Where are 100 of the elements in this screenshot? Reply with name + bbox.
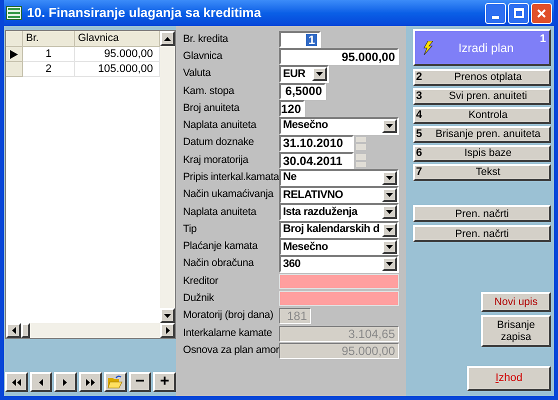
date-field[interactable]: 31.10.2010 — [279, 134, 354, 152]
dropdown-button[interactable] — [382, 240, 397, 254]
first-record-icon — [12, 378, 21, 386]
combo-box[interactable]: Ne — [279, 168, 399, 187]
combo-box[interactable]: Mesečno — [279, 238, 399, 256]
row-indicator[interactable] — [6, 47, 23, 62]
field-value: 95.000,00 — [342, 50, 395, 63]
maximize-icon — [514, 8, 524, 18]
numbered-action-button[interactable]: 7 Tekst — [413, 164, 551, 181]
field-label: Kam. stopa — [183, 84, 236, 99]
transfer-button[interactable]: Pren. načrti — [413, 205, 551, 222]
scroll-left-icon — [12, 327, 16, 334]
required-field[interactable] — [279, 274, 399, 290]
dropdown-button[interactable] — [382, 118, 397, 133]
dropdown-button[interactable] — [382, 188, 397, 202]
readonly-field: 181 — [279, 308, 311, 324]
scroll-up-icon — [164, 36, 171, 40]
shortcut-number: 2 — [415, 70, 424, 86]
dropdown-button[interactable] — [382, 170, 397, 185]
field-label: Dužnik — [183, 291, 215, 306]
scroll-thumb[interactable] — [21, 323, 30, 338]
field-label: Način obračuna — [183, 256, 255, 272]
maximize-button[interactable] — [508, 2, 529, 24]
scroll-down-icon — [164, 314, 171, 318]
text-field[interactable]: 1 — [279, 31, 321, 48]
field-label: Naplata anuiteta — [183, 204, 258, 220]
new-record-button[interactable]: Novi upis — [481, 292, 551, 312]
text-field[interactable]: 6,5000 — [279, 82, 326, 100]
table-cell: 1 — [23, 47, 75, 62]
last-record-icon — [86, 378, 96, 386]
horizontal-scrollbar[interactable] — [6, 323, 175, 338]
dropdown-button[interactable] — [382, 257, 397, 272]
delete-record-button[interactable]: Brisanje zapisa — [481, 315, 551, 347]
nav-button[interactable] — [104, 372, 127, 392]
nav-button[interactable] — [30, 372, 52, 392]
combo-box[interactable]: EUR — [279, 65, 329, 84]
combo-box[interactable]: RELATIVNO — [279, 186, 399, 204]
shortcut-number: 1 — [540, 32, 546, 47]
numbered-action-button[interactable]: 6 Ispis baze — [413, 145, 551, 162]
transfer-button[interactable]: Pren. načrti — [413, 225, 551, 242]
vertical-scrollbar[interactable] — [160, 31, 175, 323]
grid-corner-header — [6, 31, 23, 47]
field-label: Pripis interkal.kamata — [183, 170, 279, 185]
exit-button[interactable]: Izhod — [467, 366, 551, 391]
numbered-action-button[interactable]: 4 Kontrola — [413, 107, 551, 124]
date-field[interactable]: 30.04.2011 — [279, 152, 354, 170]
text-field[interactable]: 120 — [279, 100, 305, 118]
nav-text-button[interactable]: − — [128, 372, 152, 392]
close-icon — [537, 8, 546, 18]
next-icon — [63, 378, 68, 386]
shortcut-number: 6 — [415, 146, 424, 162]
shortcut-number: 3 — [415, 89, 424, 104]
window-title: 10. Finansiranje ulaganja sa kreditima — [27, 4, 262, 22]
minimize-button[interactable] — [485, 2, 506, 24]
combo-box[interactable]: Ista razduženja — [279, 203, 399, 222]
combo-box[interactable]: Broj kalendarskih d — [279, 220, 399, 239]
nav-button[interactable] — [79, 372, 102, 392]
field-label: Datum doznake — [183, 135, 255, 150]
numbered-action-button[interactable]: 3 Svi pren. anuiteti — [413, 88, 551, 105]
nav-button[interactable] — [5, 372, 28, 392]
minimize-icon — [492, 16, 499, 18]
current-row-icon — [10, 50, 18, 58]
shortcut-number: 5 — [415, 127, 424, 142]
scroll-right-icon — [166, 327, 170, 334]
field-label: Glavnica — [183, 48, 224, 64]
dropdown-arrow-icon — [386, 228, 393, 232]
column-header[interactable]: Glavnica — [75, 31, 160, 47]
readonly-field: 3.104,65 — [279, 326, 399, 342]
field-value: 120 — [280, 102, 301, 115]
field-label: Kraj moratorija — [183, 152, 250, 168]
numbered-action-button[interactable]: 5 Brisanje pren. anuiteta — [413, 126, 551, 143]
shortcut-number: 7 — [415, 165, 424, 180]
dropdown-arrow-icon — [316, 72, 323, 76]
column-header[interactable]: Br. — [23, 31, 75, 47]
field-label: Plaćanje kamata — [183, 239, 259, 254]
dropdown-arrow-icon — [386, 124, 393, 128]
dropdown-button[interactable] — [382, 222, 397, 237]
text-field[interactable]: 95.000,00 — [279, 48, 399, 66]
field-label: Moratorij (broj dana) — [183, 308, 274, 324]
field-label: Način ukamaćivanja — [183, 187, 275, 202]
dropdown-button[interactable] — [312, 67, 327, 82]
table-cell: 2 — [23, 62, 75, 77]
close-button[interactable] — [531, 2, 552, 24]
previous-icon — [38, 378, 44, 386]
field-value: 6,5000 — [285, 85, 322, 98]
numbered-action-button[interactable]: 2 Prenos otplata — [413, 69, 551, 86]
combo-box[interactable]: Mesečno — [279, 116, 399, 135]
nav-text-button[interactable]: + — [153, 372, 176, 392]
combo-box[interactable]: 360 — [279, 255, 399, 274]
field-value: 1 — [306, 34, 317, 46]
field-label: Valuta — [183, 66, 212, 82]
field-label: Kreditor — [183, 274, 220, 289]
dropdown-button[interactable] — [382, 205, 397, 220]
field-label: Naplata anuiteta — [183, 118, 258, 134]
nav-button[interactable] — [54, 372, 78, 392]
dropdown-arrow-icon — [386, 193, 393, 198]
field-label: Osnova za plan amor — [183, 342, 279, 358]
field-label: Broj anuiteta — [183, 100, 241, 116]
dropdown-arrow-icon — [386, 245, 393, 250]
required-field[interactable] — [279, 291, 399, 306]
